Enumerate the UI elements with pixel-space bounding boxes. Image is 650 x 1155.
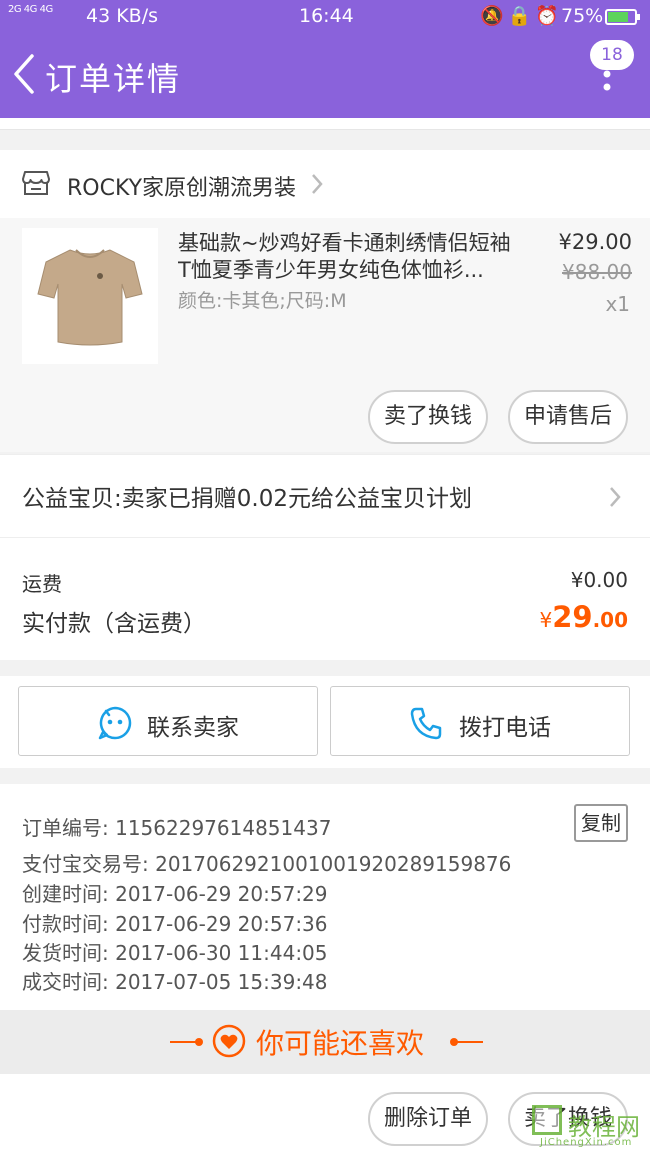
product-title: 基础款~炒鸡好看卡通刺绣情侣短袖T恤夏季青少年男女纯色体恤衫... [178, 231, 511, 282]
product-price: ¥29.00 [558, 230, 632, 254]
status-icons: 🔕🔒⏰ [480, 4, 563, 27]
divider-line [455, 1041, 483, 1043]
chat-bot-icon [98, 706, 132, 740]
chevron-right-icon [610, 487, 621, 507]
heart-icon [212, 1024, 246, 1058]
contact-bar: 联系卖家 拨打电话 [0, 676, 650, 768]
shop-row[interactable]: ROCKY家原创潮流男装 [0, 150, 650, 218]
shop-name: ROCKY家原创潮流男装 [67, 176, 297, 201]
network-speed: 43 KB/s [86, 5, 159, 27]
product-sku: 颜色:卡其色;尺码:M [178, 290, 347, 312]
copy-order-button[interactable]: 复制 [574, 804, 628, 842]
total-paid-value: ¥29.00 [539, 600, 628, 634]
lock-rotate-icon: 🔒 [507, 5, 536, 27]
phone-icon [410, 707, 442, 740]
currency-symbol: ¥ [539, 608, 553, 632]
total-paid-label: 实付款（含运费） [22, 611, 206, 637]
watermark-logo: 教程网 JiChengXin.com [530, 1103, 645, 1151]
network-indicator: 2G 4G 4G [8, 4, 53, 15]
contact-seller-label: 联系卖家 [147, 715, 239, 741]
call-phone-button[interactable]: 拨打电话 [330, 686, 630, 756]
chevron-right-icon [312, 174, 323, 194]
shipping-value: ¥0.00 [570, 568, 628, 592]
back-arrow-icon[interactable] [10, 52, 40, 96]
status-bar: 2G 4G 4G 43 KB/s 16:44 🔕🔒⏰ 75% [0, 0, 650, 32]
alarm-icon: ⏰ [535, 5, 564, 27]
watermark-url: JiChengXin.com [540, 1137, 633, 1148]
app-header: 订单详情 18 [0, 32, 650, 118]
product-thumbnail[interactable] [22, 228, 158, 364]
contact-seller-button[interactable]: 联系卖家 [18, 686, 318, 756]
divider-line [170, 1041, 198, 1043]
total-integer: 29 [552, 600, 593, 634]
watermark-icon [532, 1105, 562, 1135]
battery-icon [605, 9, 640, 25]
charity-text: 公益宝贝:卖家已捐赠0.02元给公益宝贝计划 [22, 486, 472, 512]
clock: 16:44 [299, 5, 354, 27]
order-number: 订单编号: 11562297614851437 [22, 816, 332, 840]
shipping-label: 运费 [22, 572, 62, 596]
alipay-trade-number: 支付宝交易号: 2017062921001001920289159876 [22, 852, 512, 876]
shipped-time: 发货时间: 2017-06-30 11:44:05 [22, 941, 328, 965]
completed-time: 成交时间: 2017-07-05 15:39:48 [22, 970, 328, 994]
battery-percent: 75% [561, 5, 604, 27]
call-phone-label: 拨打电话 [459, 715, 551, 741]
delete-order-button[interactable]: 删除订单 [368, 1092, 488, 1146]
total-decimal: .00 [592, 608, 628, 632]
product-quantity: x1 [605, 292, 630, 316]
product-original-price: ¥88.00 [562, 260, 632, 284]
more-menu-icon[interactable] [600, 66, 614, 94]
after-sale-button[interactable]: 申请售后 [508, 390, 628, 444]
recommend-title: 你可能还喜欢 [256, 1027, 425, 1060]
created-time: 创建时间: 2017-06-29 20:57:29 [22, 882, 328, 906]
paid-time: 付款时间: 2017-06-29 20:57:36 [22, 912, 328, 936]
sell-for-cash-button[interactable]: 卖了换钱 [368, 390, 488, 444]
bell-off-icon: 🔕 [480, 5, 508, 27]
divider-dot [195, 1038, 203, 1046]
store-icon [22, 171, 50, 195]
payment-summary: 运费 ¥0.00 实付款（含运费） ¥29.00 [0, 538, 650, 660]
top-spacer [0, 118, 650, 130]
charity-row[interactable]: 公益宝贝:卖家已捐赠0.02元给公益宝贝计划 [0, 454, 650, 538]
product-item[interactable]: 基础款~炒鸡好看卡通刺绣情侣短袖T恤夏季青少年男女纯色体恤衫... 颜色:卡其色… [0, 218, 650, 452]
recommend-header: 你可能还喜欢 [0, 1010, 650, 1074]
order-info: 订单编号: 11562297614851437 复制 支付宝交易号: 20170… [0, 784, 650, 1010]
page-title: 订单详情 [45, 60, 182, 98]
